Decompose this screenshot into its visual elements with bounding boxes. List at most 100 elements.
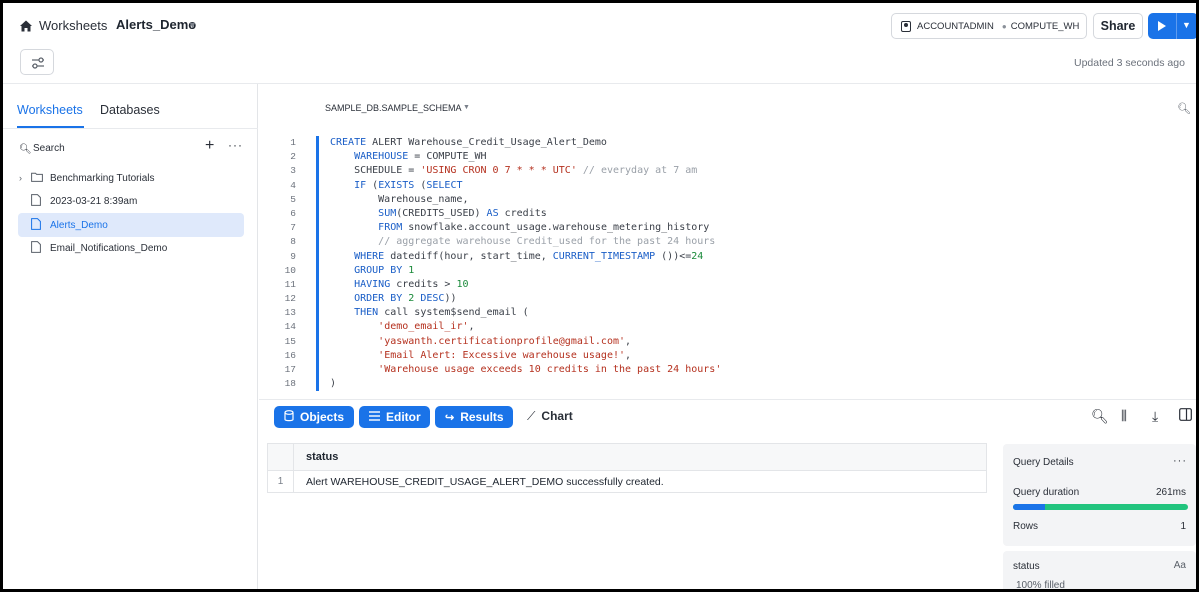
objects-button[interactable]: Objects [274,406,354,428]
sidebar-item-email-notifications-demo[interactable]: Email_Notifications_Demo [18,236,244,260]
line-number: 2 [290,151,296,163]
code-line: SCHEDULE = 'USING CRON 0 7 * * * UTC' //… [330,165,698,177]
code-line: 'Email Alert: Excessive warehouse usage!… [378,349,632,361]
add-icon[interactable]: + [205,137,214,155]
arrow-return-icon: ↪ [445,411,455,424]
line-number: 16 [284,349,296,361]
line-number: 9 [290,250,296,262]
search-icon[interactable]: 🔍︎ [19,144,32,155]
chart-button[interactable]: ⟋ Chart [527,409,573,424]
file-icon [31,193,47,209]
code-line: // aggregate warehouse Credit_used for t… [378,236,716,248]
row-index: 1 [268,471,294,493]
column-fill-stat: 100% filled [1016,580,1065,591]
objects-label: Objects [300,410,345,424]
database-schema-selector[interactable]: SAMPLE_DB.SAMPLE_SCHEMA [325,103,462,113]
role-warehouse-selector[interactable]: ACCOUNTADMIN ● COMPUTE_WH [891,13,1087,39]
query-details-title: Query Details [1013,457,1074,468]
sidebar-item-benchmarking-tutorials[interactable]: › Benchmarking Tutorials [18,166,244,190]
line-number: 1 [290,137,296,148]
code-line: 'demo_email_ir', [378,321,475,333]
chevron-down-icon[interactable]: ▼ [188,20,197,30]
run-button[interactable]: ▼ [1148,13,1196,39]
query-duration-value: 261ms [1155,487,1186,498]
home-icon[interactable] [19,19,33,33]
results-table: status 1 Alert WAREHOUSE_CREDIT_USAGE_AL… [267,443,987,493]
share-button[interactable]: Share [1093,13,1143,39]
active-statement-indicator [316,136,319,391]
sidebar-item-2023-03-21[interactable]: 2023-03-21 8:39am [18,189,244,213]
chevron-down-icon[interactable]: ▼ [1182,20,1191,30]
line-number: 12 [284,293,296,305]
line-chart-icon: ⟋ [527,409,536,423]
rows-label: Rows [1013,521,1039,532]
sidebar-item-label: Email_Notifications_Demo [50,242,168,254]
search-icon[interactable]: 🔍︎ [1091,408,1109,425]
sidebar-item-label: 2023-03-21 8:39am [50,195,138,207]
role-label: ACCOUNTADMIN [917,20,994,32]
code-line: WAREHOUSE = COMPUTE_WH [354,151,487,163]
database-icon [284,409,294,425]
rows-value: 1 [1180,521,1186,532]
worksheet-title[interactable]: Alerts_Demo [116,17,196,32]
code-line: ORDER BY 2 DESC)) [354,293,457,305]
more-options-icon[interactable]: ··· [1173,455,1187,467]
line-number: 10 [284,264,296,276]
app-window: Worksheets Alerts_Demo ▼ ACCOUNTADMIN ● … [0,0,1199,592]
code-line: ) [330,378,337,390]
sliders-icon [32,57,44,69]
code-line: 'Warehouse usage exceeds 10 credits in t… [378,364,722,375]
line-number: 13 [284,307,296,319]
code-line: HAVING credits > 10 [354,278,469,290]
editor-button[interactable]: Editor [359,406,430,428]
sidebar-item-alerts-demo[interactable]: Alerts_Demo [18,213,244,237]
results-divider [259,399,1196,400]
column-header-status[interactable]: status [294,444,986,471]
file-icon [31,217,47,233]
tab-divider [3,128,258,129]
separator-dot-icon: ● [1001,21,1007,31]
search-icon[interactable]: 🔍︎ [1177,102,1191,115]
tab-worksheets[interactable]: Worksheets [17,103,83,117]
sidebar: Worksheets Databases 🔍︎ Search + ··· › B… [3,84,258,589]
code-line: WHERE datediff(hour, start_time, CURRENT… [354,250,704,262]
line-number: 7 [290,222,296,234]
folder-icon [31,172,47,185]
columns-icon[interactable]: ⫼ [1121,408,1127,424]
table-cell[interactable]: Alert WAREHOUSE_CREDIT_USAGE_ALERT_DEMO … [294,471,986,493]
column-stats-panel[interactable]: status Aa 100% filled [1003,551,1196,591]
updated-status[interactable]: Updated 3 seconds ago [1074,57,1185,69]
more-options-icon[interactable]: ··· [228,138,243,152]
chart-label: Chart [541,409,573,423]
line-number: 15 [284,335,296,347]
chevron-right-icon[interactable]: › [19,173,31,183]
filter-settings-button[interactable] [20,49,54,75]
query-duration-bar-fill [1013,504,1045,510]
code-line: SUM(CREDITS_USED) AS credits [378,207,547,219]
code-line: Warehouse_name, [330,193,469,205]
code-line: THEN call system$send_email ( [354,307,529,319]
breadcrumb-worksheets[interactable]: Worksheets [39,18,107,33]
line-number: 11 [284,278,296,290]
query-duration-label: Query duration [1013,487,1080,498]
download-icon[interactable]: ⤓ [1152,408,1158,425]
results-button[interactable]: ↪ Results [435,406,513,428]
panel-toggle-icon[interactable] [1179,408,1192,424]
sidebar-item-label: Alerts_Demo [50,219,108,231]
line-number-gutter: 1 2 3 4 5 6 7 8 9 10 11 12 13 14 15 16 1… [276,136,296,391]
play-icon [1158,21,1166,31]
line-number: 17 [284,364,296,375]
query-details-panel: Query Details ··· Query duration 261ms R… [1003,444,1196,546]
code-editor[interactable]: CREATE ALERT Warehouse_Credit_Usage_Aler… [330,136,721,391]
chevron-down-icon[interactable]: ▼ [463,104,470,111]
line-number: 8 [290,236,296,248]
results-label: Results [460,410,504,424]
menu-lines-icon [369,410,380,424]
line-number: 18 [284,378,296,390]
file-icon [31,240,47,256]
sidebar-item-label: Benchmarking Tutorials [50,172,155,184]
sidebar-search[interactable]: Search [33,143,65,154]
line-number: 6 [290,207,296,219]
line-number: 14 [284,321,296,333]
tab-databases[interactable]: Databases [100,103,160,117]
